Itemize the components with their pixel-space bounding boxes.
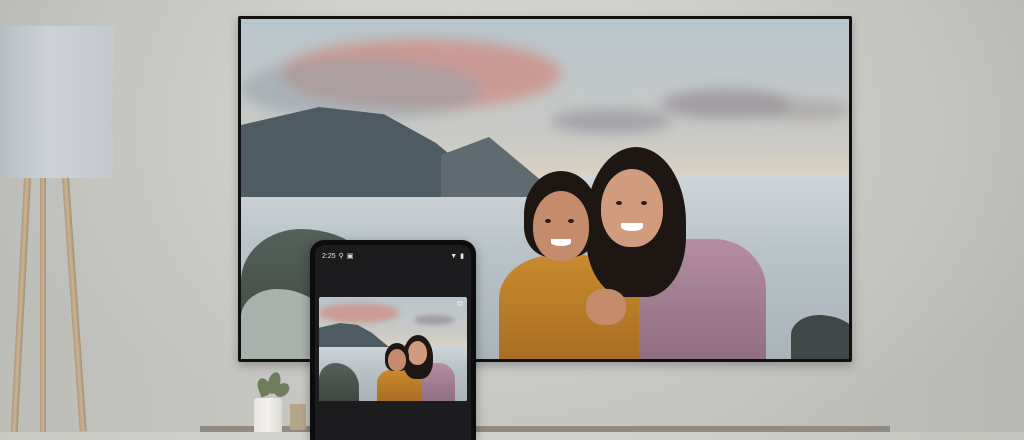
status-time: 2:25 — [322, 252, 336, 260]
plant-pot — [254, 398, 282, 432]
shelf-decoration — [290, 404, 306, 430]
phone-screen: 2:25 ⚲ ▣ ▼ ▮ ⧉ — [315, 245, 471, 440]
cast-icon[interactable]: ⧉ — [457, 299, 463, 309]
phone-status-bar: 2:25 ⚲ ▣ ▼ ▮ — [315, 245, 471, 267]
smartphone: 2:25 ⚲ ▣ ▼ ▮ ⧉ — [310, 240, 476, 440]
battery-icon: ▮ — [460, 253, 464, 260]
wifi-icon: ▼ — [450, 252, 458, 260]
location-icon: ⚲ — [338, 253, 344, 260]
cast-status-icon: ▣ — [346, 253, 354, 260]
lamp-leg — [40, 178, 46, 432]
lamp-shade — [0, 26, 114, 178]
phone-photo-preview[interactable] — [319, 297, 467, 401]
